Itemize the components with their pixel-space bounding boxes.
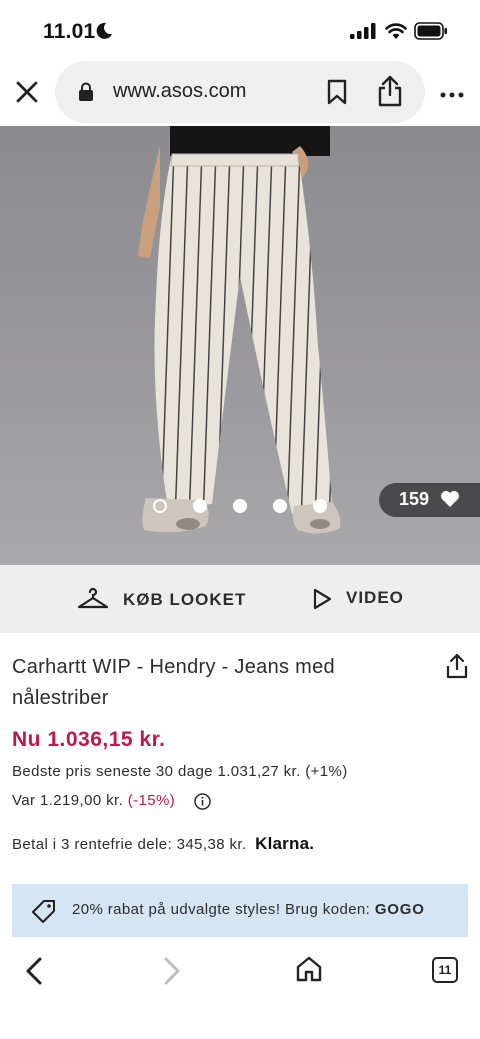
more-icon: [440, 92, 464, 98]
chevron-right-icon: [164, 957, 180, 985]
home-icon: [296, 956, 322, 982]
gallery-pagination: [153, 499, 333, 515]
play-icon: [312, 588, 332, 615]
product-title: Carhartt WIP - Hendry - Jeans med nålest…: [12, 656, 335, 709]
chevron-left-icon: [26, 957, 42, 985]
share-icon: [378, 75, 402, 107]
gallery-dot[interactable]: [193, 499, 207, 513]
close-icon: [16, 81, 38, 103]
browser-toolbar: www.asos.com: [0, 60, 480, 126]
promo-message: 20% rabat på udvalgte styles! Brug koden…: [72, 901, 371, 918]
address-bar[interactable]: www.asos.com: [55, 61, 425, 123]
bookmark-button[interactable]: [326, 79, 348, 110]
back-button[interactable]: [22, 956, 46, 991]
home-button[interactable]: [295, 955, 323, 988]
promo-banner[interactable]: 20% rabat på udvalgte styles! Brug koden…: [12, 884, 468, 937]
lock-icon: [78, 82, 94, 107]
more-options-button[interactable]: [440, 86, 464, 104]
buy-the-look-label: KØB LOOKET: [123, 590, 247, 609]
cellular-signal-icon: [350, 23, 376, 44]
browser-bottom-toolbar: 11: [0, 937, 480, 1039]
share-icon: [446, 653, 468, 679]
hanger-icon: [77, 587, 109, 616]
gallery-dot[interactable]: [233, 499, 247, 513]
gallery-dot[interactable]: [273, 499, 287, 513]
previous-price-value: Var 1.219,00 kr.: [12, 792, 124, 809]
gallery-dot[interactable]: [153, 499, 167, 513]
video-label: VIDEO: [346, 588, 404, 607]
share-product-button[interactable]: [445, 653, 469, 684]
heart-icon: [440, 490, 460, 513]
price-info-button[interactable]: [194, 793, 211, 815]
wifi-icon: [385, 22, 407, 45]
tabs-button[interactable]: 11: [432, 957, 458, 983]
bookmark-icon: [327, 79, 347, 105]
forward-button[interactable]: [160, 956, 184, 991]
status-time: 11.01: [43, 20, 96, 43]
close-tab-button[interactable]: [14, 79, 40, 105]
media-actions: KØB LOOKET VIDEO: [0, 565, 480, 633]
klarna-installments[interactable]: Betal i 3 rentefrie dele: 345,38 kr. Kla…: [12, 834, 314, 854]
tag-icon: [31, 899, 57, 928]
best-price-note: Bedste pris seneste 30 dage 1.031,27 kr.…: [12, 763, 348, 780]
gallery-dot[interactable]: [313, 499, 327, 513]
battery-icon: [414, 22, 448, 45]
moon-icon: [95, 22, 113, 45]
saved-count-badge[interactable]: 159: [379, 483, 480, 517]
current-price: Nu 1.036,15 kr.: [12, 728, 166, 751]
share-button[interactable]: [377, 75, 403, 112]
url-text: www.asos.com: [113, 80, 247, 102]
promo-text: 20% rabat på udvalgte styles! Brug koden…: [72, 901, 425, 918]
previous-price: Var 1.219,00 kr. (-15%): [12, 792, 175, 809]
promo-code: GOGO: [374, 901, 425, 918]
product-image-gallery[interactable]: 159: [0, 126, 480, 565]
status-bar: 11.01: [0, 0, 480, 62]
klarna-text: Betal i 3 rentefrie dele: 345,38 kr.: [12, 836, 247, 853]
discount-badge: (-15%): [127, 792, 176, 809]
saved-count: 159: [399, 489, 430, 509]
klarna-logo: Klarna.: [255, 834, 315, 853]
info-icon: [194, 793, 211, 810]
